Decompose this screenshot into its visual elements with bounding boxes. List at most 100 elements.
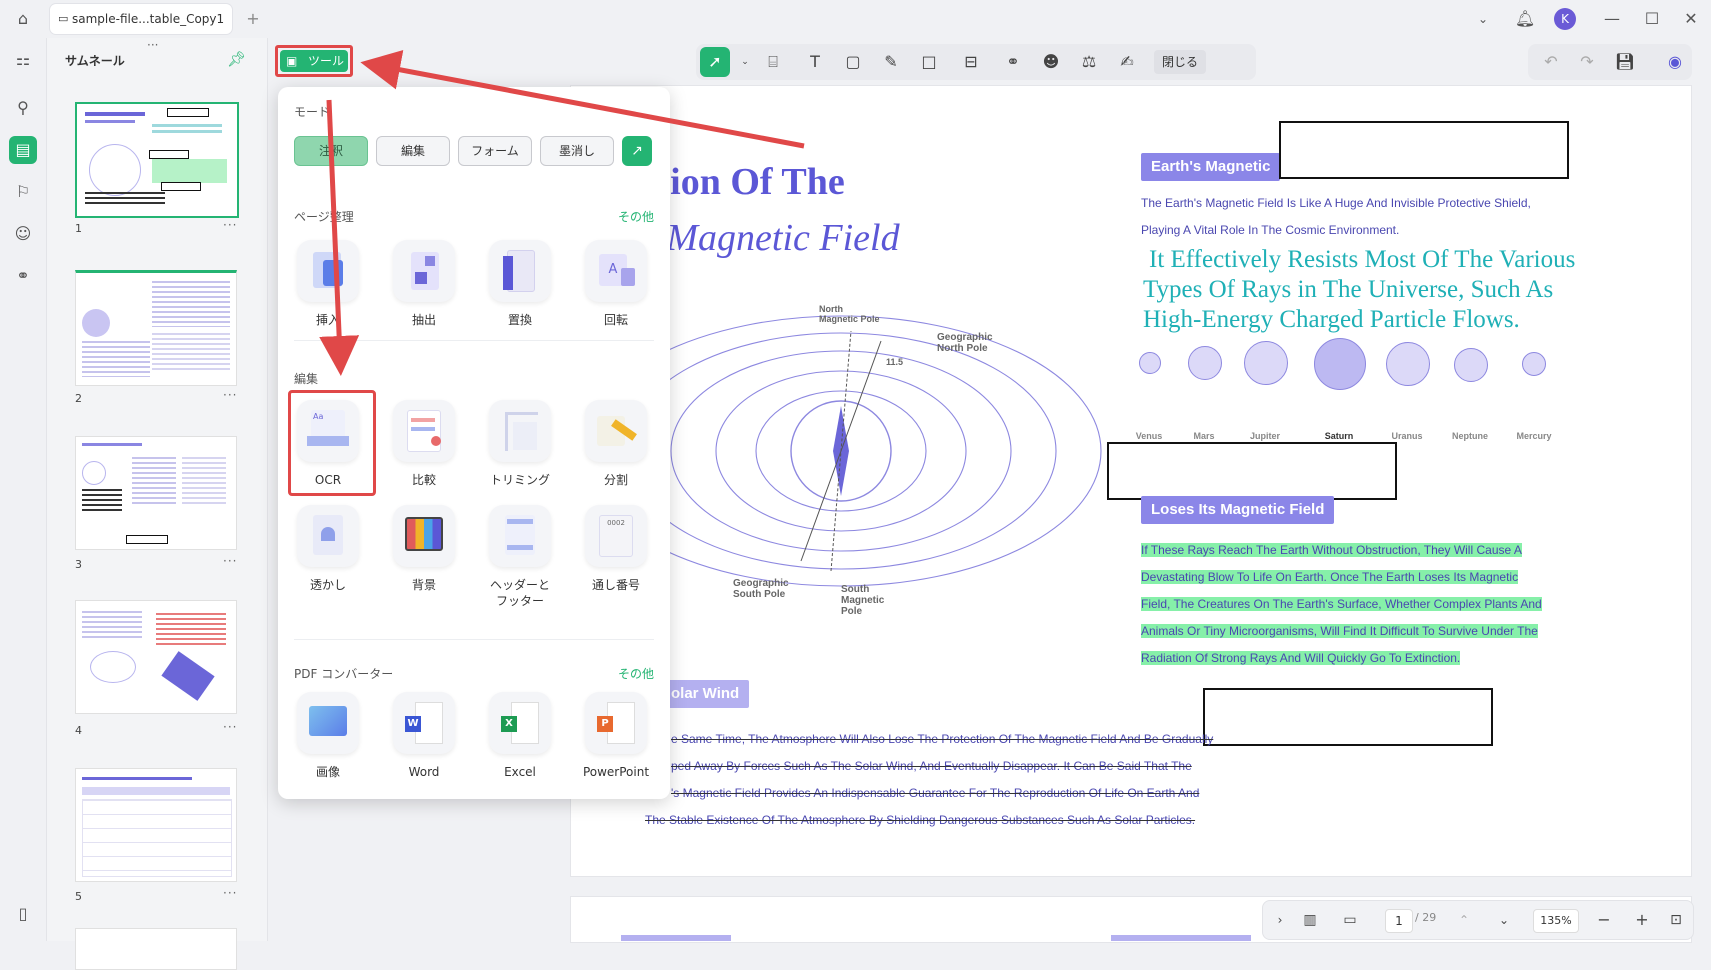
comment-icon[interactable]: ☺ (9, 220, 37, 248)
page-number-input[interactable]: 1 (1385, 909, 1413, 933)
to-excel-icon[interactable]: X (489, 692, 551, 754)
redo-icon[interactable]: ↷ (1572, 47, 1602, 77)
open-external-icon[interactable]: ↗ (622, 136, 652, 166)
replace-icon[interactable] (489, 240, 551, 302)
close-toolbar-button[interactable]: 閉じる (1154, 50, 1206, 74)
save-icon[interactable]: 💾︎ (1610, 47, 1640, 77)
text-icon[interactable]: T (800, 47, 830, 77)
watermark-icon[interactable] (297, 505, 359, 567)
split-icon[interactable] (585, 400, 647, 462)
bates-number-icon[interactable]: 0002 (585, 505, 647, 567)
para1-line2: Playing A Vital Role In The Cosmic Envir… (1141, 223, 1400, 237)
geo-south-label: Geographic South Pole (733, 578, 789, 600)
chevron-down-icon[interactable]: ⌄ (1468, 4, 1498, 34)
mode-annotate-button[interactable]: 注釈 (294, 136, 368, 166)
sidebar-toggle-icon[interactable]: ▯ (9, 900, 37, 928)
strike-line: 's Magnetic Field Provides An Indispensa… (671, 786, 1200, 800)
grid-icon[interactable]: ⚏ (9, 46, 37, 74)
section-tag-magnetic: Earth's Magnetic (1141, 153, 1281, 181)
measure-icon[interactable]: ⊟ (956, 47, 986, 77)
insert-icon[interactable] (297, 240, 359, 302)
thumbnail-page[interactable] (75, 600, 237, 714)
big-quote-line1: It Effectively Resists Most Of The Vario… (1149, 246, 1576, 273)
mode-edit-button[interactable]: 編集 (376, 136, 450, 166)
page-layout-icon[interactable]: ▥ (1295, 905, 1325, 935)
chevron-down-icon[interactable]: ⌄ (730, 47, 760, 77)
thumbnail-page[interactable] (75, 768, 237, 882)
stamp-icon[interactable]: ⚖ (1074, 47, 1104, 77)
close-window-icon[interactable]: ✕ (1676, 4, 1706, 34)
attachment-icon[interactable]: ⚭ (998, 47, 1028, 77)
ai-assistant-icon[interactable]: ◉ (1660, 47, 1690, 77)
thumbnails-icon[interactable]: ▤ (9, 136, 37, 164)
thumbnail-page[interactable] (75, 436, 237, 550)
expand-icon[interactable]: › (1265, 905, 1295, 935)
bell-icon[interactable]: 🔔︎ (1510, 4, 1540, 34)
zoom-level[interactable]: 135% (1533, 909, 1579, 933)
rotate-icon[interactable]: A (585, 240, 647, 302)
section-tag-loses: Loses Its Magnetic Field (1141, 496, 1335, 524)
mode-redact-button[interactable]: 墨消し (540, 136, 614, 166)
more-icon[interactable]: ··· (223, 388, 237, 402)
maximize-icon[interactable]: ☐ (1637, 4, 1667, 34)
hl-line: Devastating Blow To Life On Earth. Once … (1141, 570, 1519, 584)
to-image-icon[interactable] (297, 692, 359, 754)
compare-icon[interactable] (393, 400, 455, 462)
ocr-icon[interactable]: Aa (297, 400, 359, 462)
more-icon[interactable]: ··· (223, 720, 237, 734)
pin-icon[interactable]: 📌︎ (227, 50, 246, 68)
bookmark-icon[interactable]: ⚐ (9, 178, 37, 206)
convert-section-title: PDF コンバーター (294, 667, 394, 681)
thumbnail-page[interactable] (75, 270, 237, 386)
background-icon[interactable] (393, 505, 455, 567)
convert-more-link[interactable]: その他 (618, 665, 654, 682)
fit-page-icon[interactable]: ⊡ (1661, 905, 1691, 935)
undo-icon[interactable]: ↶ (1536, 47, 1566, 77)
presentation-icon[interactable]: ▭ (1335, 905, 1365, 935)
attachment-icon[interactable]: ⚭ (9, 262, 37, 290)
signature-icon[interactable]: ✍ (1112, 47, 1142, 77)
shape-icon[interactable]: □ (914, 47, 944, 77)
more-icon[interactable]: ··· (223, 218, 237, 232)
sticker-icon[interactable]: ☻ (1036, 47, 1066, 77)
crop-icon[interactable] (489, 400, 551, 462)
more-icon[interactable]: ··· (223, 554, 237, 568)
document-tab[interactable]: ▭ sample-file...table_Copy1 (50, 4, 232, 34)
redaction-box[interactable] (1107, 442, 1397, 500)
comment-icon[interactable]: ▢ (838, 47, 868, 77)
tools-button[interactable]: ▣ ツール (280, 50, 348, 72)
zoom-out-icon[interactable]: − (1589, 905, 1619, 935)
mode-form-button[interactable]: フォーム (458, 136, 532, 166)
document-page: ormation Of The arth’s Magnetic Field No… (570, 85, 1692, 877)
minimize-icon[interactable]: — (1597, 4, 1627, 34)
textbox-icon[interactable]: ⌸ (758, 47, 788, 77)
zoom-in-icon[interactable]: + (1627, 905, 1657, 935)
thumbnail-number: 4 (75, 724, 82, 737)
title-bar: ⌂ ▭ sample-file...table_Copy1 + ⌄ 🔔︎ K —… (0, 0, 1711, 38)
thumbnail-number: 1 (75, 222, 82, 235)
geo-north-label: Geographic North Pole (937, 332, 993, 354)
next-page-icon[interactable]: ⌄ (1489, 905, 1519, 935)
thumbnail-page[interactable] (75, 928, 237, 970)
search-icon[interactable]: ⚲ (9, 94, 37, 122)
home-icon[interactable]: ⌂ (8, 4, 38, 34)
to-word-icon[interactable]: W (393, 692, 455, 754)
pen-icon[interactable]: ✎ (876, 47, 906, 77)
prev-page-icon[interactable]: ⌃ (1449, 905, 1479, 935)
thumbnail-page[interactable] (75, 102, 239, 218)
para1-line1: The Earth's Magnetic Field Is Like A Hug… (1141, 196, 1531, 210)
avatar[interactable]: K (1554, 8, 1576, 30)
extract-icon[interactable] (393, 240, 455, 302)
page-total: / 29 (1415, 911, 1437, 924)
mode-title: モード (294, 105, 331, 119)
redaction-box[interactable] (1279, 121, 1569, 179)
header-footer-icon[interactable] (489, 505, 551, 567)
file-icon: ▭ (58, 12, 69, 25)
drag-handle-icon[interactable]: ··· (147, 38, 158, 52)
to-powerpoint-icon[interactable]: P (585, 692, 647, 754)
more-icon[interactable]: ··· (223, 886, 237, 900)
select-icon[interactable]: ➚ (700, 47, 730, 77)
redaction-box[interactable] (1203, 688, 1493, 746)
new-tab-icon[interactable]: + (238, 4, 268, 34)
page-more-link[interactable]: その他 (618, 208, 654, 225)
